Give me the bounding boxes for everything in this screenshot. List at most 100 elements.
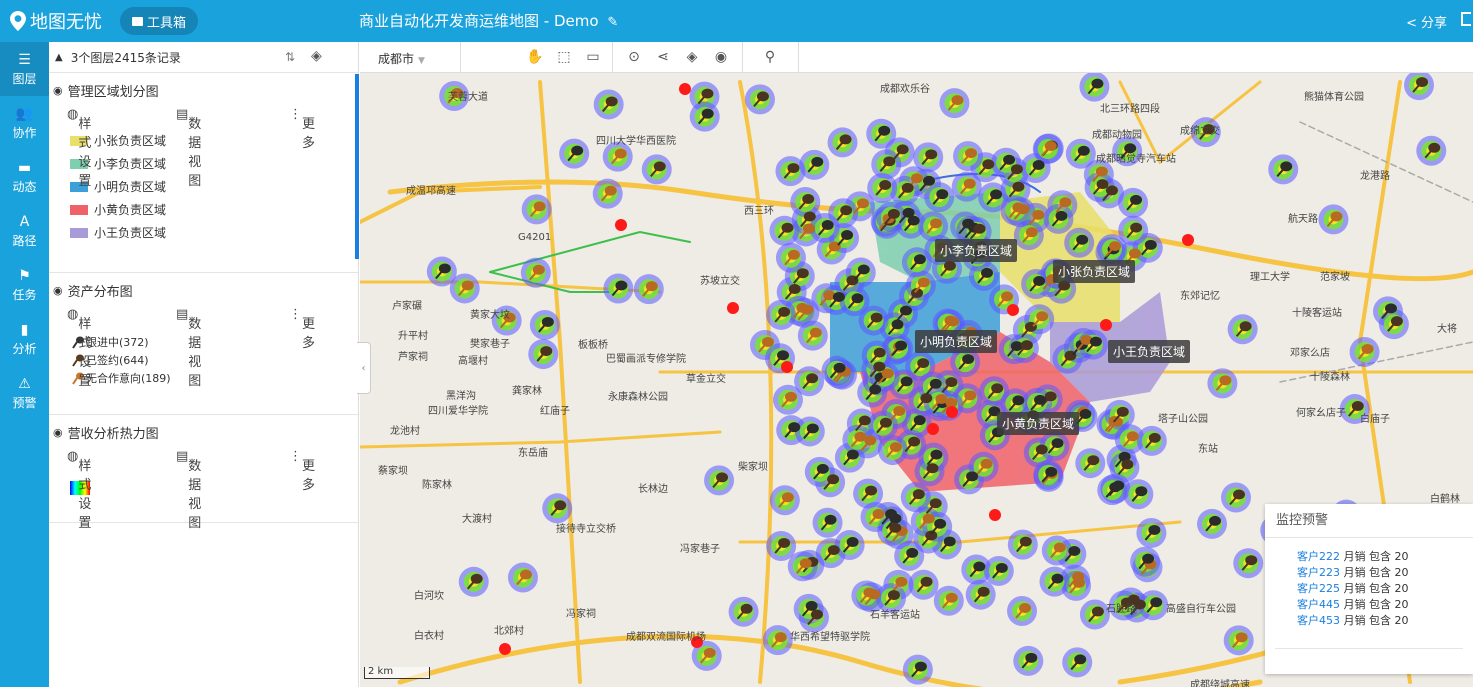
- city-select[interactable]: 成都市 ▼: [378, 50, 425, 67]
- alert-point[interactable]: [927, 423, 939, 435]
- asset-marker-head[interactable]: [1095, 166, 1108, 177]
- asset-marker-head[interactable]: [645, 281, 658, 292]
- asset-marker-head[interactable]: [1144, 239, 1157, 250]
- asset-marker-head[interactable]: [1121, 459, 1134, 470]
- data-view-button[interactable]: ▤ 数据视图: [176, 307, 201, 389]
- customer-link[interactable]: 客户453: [1297, 614, 1340, 627]
- asset-marker-head[interactable]: [803, 211, 816, 222]
- asset-marker-head[interactable]: [1280, 161, 1293, 172]
- asset-marker-head[interactable]: [920, 576, 933, 587]
- polygon-icon[interactable]: ◈: [681, 46, 703, 68]
- asset-marker-head[interactable]: [973, 223, 986, 234]
- circle-icon[interactable]: ◉: [710, 46, 732, 68]
- asset-marker-head[interactable]: [740, 603, 753, 614]
- asset-marker-head[interactable]: [1044, 141, 1057, 152]
- asset-marker-head[interactable]: [540, 346, 553, 357]
- asset-marker-head[interactable]: [929, 498, 942, 509]
- asset-marker-head[interactable]: [870, 312, 883, 323]
- asset-marker-head[interactable]: [778, 537, 791, 548]
- legend-item[interactable]: 小李负责区域: [49, 152, 358, 175]
- asset-marker-head[interactable]: [1245, 555, 1258, 566]
- style-settings-button[interactable]: ◍ 样式设置: [67, 107, 91, 189]
- brand-logo[interactable]: 地图无忧: [10, 8, 102, 34]
- asset-marker-head[interactable]: [936, 189, 949, 200]
- asset-marker-head[interactable]: [906, 547, 919, 558]
- asset-marker-head[interactable]: [1010, 164, 1023, 175]
- asset-marker-head[interactable]: [889, 522, 902, 533]
- eye-icon[interactable]: ◉: [53, 84, 63, 97]
- asset-marker-head[interactable]: [883, 156, 896, 167]
- legend-item[interactable]: 小王负责区域: [49, 221, 358, 244]
- asset-marker-head[interactable]: [1012, 202, 1025, 213]
- asset-marker-head[interactable]: [1150, 597, 1163, 608]
- asset-marker-head[interactable]: [1091, 606, 1104, 617]
- asset-marker-head[interactable]: [470, 573, 483, 584]
- asset-marker-head[interactable]: [930, 449, 943, 460]
- asset-marker-head[interactable]: [1148, 432, 1161, 443]
- asset-marker-head[interactable]: [846, 449, 859, 460]
- asset-marker-head[interactable]: [1055, 210, 1068, 221]
- asset-marker-head[interactable]: [532, 264, 545, 275]
- more-button[interactable]: ⋮ 更多: [289, 307, 315, 351]
- asset-marker-head[interactable]: [1330, 211, 1343, 222]
- asset-marker-head[interactable]: [841, 230, 854, 241]
- sort-icon[interactable]: ⇅: [285, 50, 295, 64]
- asset-marker-head[interactable]: [991, 383, 1004, 394]
- asset-marker-head[interactable]: [854, 431, 867, 442]
- asset-marker-head[interactable]: [1232, 489, 1245, 500]
- asset-marker-head[interactable]: [912, 489, 925, 500]
- legend-item[interactable]: 已签约(644): [49, 351, 358, 369]
- asset-marker-head[interactable]: [756, 91, 769, 102]
- asset-marker-head[interactable]: [1025, 652, 1038, 663]
- asset-marker-head[interactable]: [1428, 142, 1441, 153]
- asset-marker-head[interactable]: [1390, 316, 1403, 327]
- customer-link[interactable]: 客户223: [1297, 566, 1340, 579]
- asset-marker-head[interactable]: [777, 350, 790, 361]
- asset-marker-head[interactable]: [873, 347, 886, 358]
- nav-item-3[interactable]: A 路径: [0, 204, 49, 258]
- asset-marker-head[interactable]: [1032, 209, 1045, 220]
- asset-marker-head[interactable]: [1010, 341, 1023, 352]
- asset-marker-head[interactable]: [1076, 234, 1089, 245]
- nav-item-1[interactable]: 👥 协作: [0, 96, 49, 150]
- asset-marker-head[interactable]: [881, 368, 894, 379]
- asset-marker-head[interactable]: [1239, 321, 1252, 332]
- asset-marker-head[interactable]: [893, 406, 906, 417]
- legend-item[interactable]: 小黄负责区域: [49, 198, 358, 221]
- asset-marker-head[interactable]: [806, 373, 819, 384]
- asset-marker-head[interactable]: [990, 189, 1003, 200]
- monitor-item[interactable]: 客户223 月销 包含 20: [1297, 564, 1473, 580]
- edit-pencil-icon[interactable]: ✎: [607, 15, 618, 30]
- layers-stack-icon[interactable]: ◈: [311, 48, 322, 64]
- customer-link[interactable]: 客户225: [1297, 582, 1340, 595]
- asset-marker-head[interactable]: [809, 327, 822, 338]
- monitor-item[interactable]: 客户225 月销 包含 20: [1297, 580, 1473, 596]
- asset-marker-head[interactable]: [840, 205, 853, 216]
- asset-marker-head[interactable]: [787, 163, 800, 174]
- fullscreen-icon[interactable]: [1461, 12, 1471, 26]
- asset-marker-head[interactable]: [1025, 227, 1038, 238]
- marker-icon[interactable]: ⊙: [623, 46, 645, 68]
- asset-marker-head[interactable]: [614, 148, 627, 159]
- asset-marker-head[interactable]: [438, 263, 451, 274]
- asset-marker-head[interactable]: [788, 422, 801, 433]
- asset-marker-head[interactable]: [943, 260, 956, 271]
- asset-marker-head[interactable]: [1079, 408, 1092, 419]
- alert-point[interactable]: [499, 643, 511, 655]
- asset-marker-head[interactable]: [774, 632, 787, 643]
- asset-marker-head[interactable]: [1074, 654, 1087, 665]
- asset-marker-head[interactable]: [872, 509, 885, 520]
- alert-point[interactable]: [946, 406, 958, 418]
- asset-marker-head[interactable]: [920, 393, 933, 404]
- region-label[interactable]: 小张负责区域: [1053, 260, 1136, 283]
- asset-marker-head[interactable]: [788, 284, 801, 295]
- asset-marker-head[interactable]: [1068, 546, 1081, 557]
- alert-point[interactable]: [679, 83, 691, 95]
- asset-marker-head[interactable]: [701, 108, 714, 119]
- asset-marker-head[interactable]: [1087, 455, 1100, 466]
- collapse-panel-handle[interactable]: ‹: [357, 342, 371, 394]
- nav-item-4[interactable]: ⚑ 任务: [0, 258, 49, 312]
- legend-item[interactable]: 无合作意向(189): [49, 369, 358, 387]
- asset-marker-head[interactable]: [913, 254, 926, 265]
- asset-marker-head[interactable]: [761, 336, 774, 347]
